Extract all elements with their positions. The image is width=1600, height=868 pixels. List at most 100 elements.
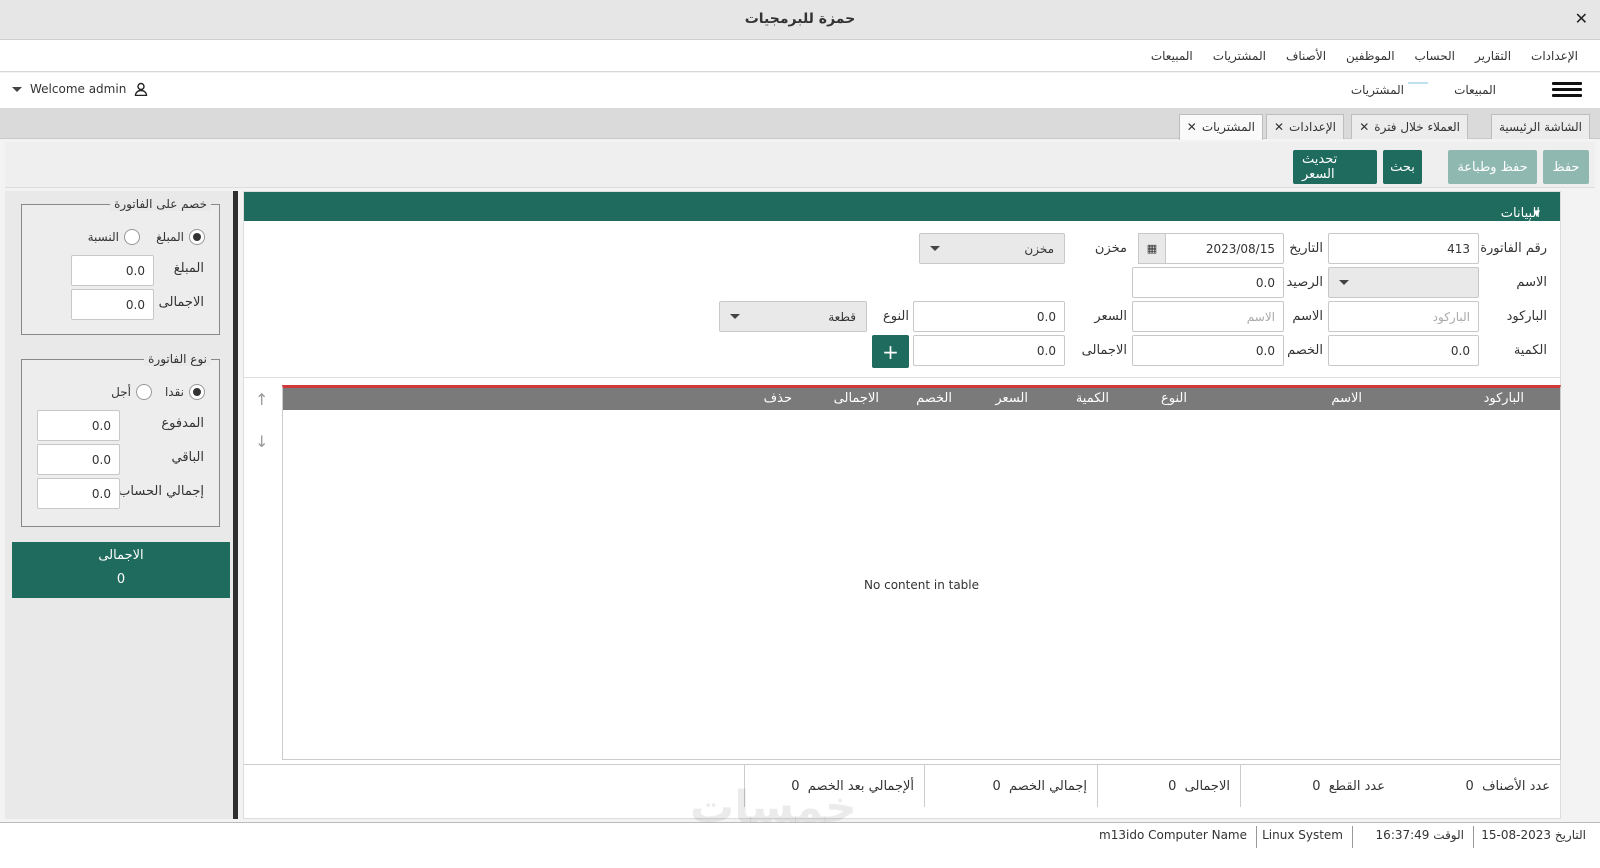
- title-bar: حمزة للبرمجيات ✕: [0, 0, 1600, 40]
- col-quantity[interactable]: الكمية: [1076, 391, 1109, 406]
- nav-purchases-link[interactable]: المشتريات: [1351, 83, 1404, 97]
- invoice-type-legend: نوع الفاتورة: [144, 352, 211, 366]
- save-button[interactable]: حفظ: [1543, 150, 1589, 184]
- paid-input[interactable]: 0.0: [37, 410, 120, 441]
- menu-reports[interactable]: التقارير: [1475, 49, 1511, 63]
- close-tab-icon[interactable]: ✕: [1274, 120, 1284, 134]
- tab-home[interactable]: الشاشة الرئيسية: [1491, 114, 1590, 139]
- empty-table-message: No content in table: [863, 578, 980, 592]
- close-tab-icon[interactable]: ✕: [1359, 120, 1369, 134]
- user-menu[interactable]: Welcome admin: [12, 82, 148, 96]
- radio-amount[interactable]: المبلغ: [156, 229, 205, 245]
- store-dropdown[interactable]: مخزن: [919, 233, 1065, 264]
- account-total-label: إجمالي الحساب: [118, 484, 204, 499]
- balance-label: الرصيد: [1286, 275, 1323, 290]
- menu-items[interactable]: الأصناف: [1286, 49, 1326, 63]
- menu-bar: المبيعات المشتريات الأصناف الموظفين الحس…: [0, 40, 1600, 72]
- discount-amount-label: المبلغ: [173, 261, 204, 276]
- user-icon: [135, 82, 148, 96]
- discount-legend: خصم على الفاتورة: [110, 197, 211, 211]
- remaining-input[interactable]: 0.0: [37, 444, 120, 475]
- menu-purchases[interactable]: المشتريات: [1213, 49, 1266, 63]
- balance-input[interactable]: 0.0: [1132, 267, 1284, 298]
- discount-fieldset: خصم على الفاتورة المبلغ النسبة المبلغ 0.…: [21, 197, 220, 335]
- discount-total-label: الاجمالى: [158, 295, 204, 310]
- store-label: مخزن: [1094, 241, 1127, 256]
- barcode-input[interactable]: الباركود: [1328, 301, 1479, 332]
- price-label: السعر: [1094, 309, 1127, 324]
- arrow-up-icon[interactable]: ↑: [255, 390, 268, 409]
- paid-label: المدفوع: [161, 416, 204, 431]
- invoice-no-input[interactable]: 413: [1328, 233, 1479, 264]
- discount-amount-input[interactable]: 0.0: [71, 255, 154, 286]
- footer-pieces-count: عدد القطع 0: [1240, 765, 1395, 807]
- grand-total-value: 0: [116, 572, 126, 587]
- save-print-button[interactable]: حفظ وطباعة: [1448, 150, 1537, 184]
- radio-cash[interactable]: نقدا: [165, 384, 205, 400]
- remaining-label: الباقي: [171, 450, 204, 465]
- calendar-icon[interactable]: ▦: [1138, 233, 1166, 264]
- menu-employees[interactable]: الموظفين: [1346, 49, 1395, 63]
- col-total[interactable]: الاجمالى: [834, 391, 879, 406]
- search-button[interactable]: بحث: [1383, 150, 1422, 184]
- main-panel: ▾ البيانات الأساسية رقم الفاتورة 413 الت…: [243, 191, 1561, 819]
- tab-bar: الشاشة الرئيسية العملاء خلال فترة✕ الإعد…: [0, 109, 1600, 140]
- chevron-down-icon: [730, 314, 740, 319]
- barcode-label: الباركود: [1506, 309, 1547, 324]
- table-header: الباركود الاسم النوع الكمية السعر الخصم …: [283, 388, 1560, 410]
- radio-percent[interactable]: النسبة: [88, 229, 140, 245]
- footer-total: الاجمالى 0: [1097, 765, 1240, 807]
- col-delete[interactable]: حذف: [764, 391, 792, 406]
- invoice-no-label: رقم الفاتورة: [1480, 241, 1547, 256]
- menu-account[interactable]: الحساب: [1415, 49, 1455, 63]
- unit-type-dropdown[interactable]: قطعة: [719, 301, 867, 332]
- toolbar: المبيعات المشتريات Welcome admin: [0, 73, 1600, 109]
- basic-data-header[interactable]: ▾ البيانات الأساسية: [244, 192, 1560, 236]
- col-type[interactable]: النوع: [1161, 391, 1187, 406]
- supplier-dropdown[interactable]: [1328, 267, 1479, 298]
- item-name-label: الاسم: [1292, 309, 1323, 324]
- discount-total-input[interactable]: 0.0: [71, 289, 154, 320]
- add-item-button[interactable]: +: [872, 335, 909, 368]
- status-date: التاريخ 2023-08-15: [1481, 828, 1586, 842]
- col-barcode[interactable]: الباركود: [1484, 391, 1524, 406]
- menu-sales[interactable]: المبيعات: [1151, 49, 1193, 63]
- welcome-text: Welcome admin: [30, 82, 127, 96]
- supplier-name-label: الاسم: [1516, 275, 1547, 290]
- totals-footer: عدد الأصناف 0 عدد القطع 0 الاجمالى 0 إجم…: [244, 764, 1560, 818]
- items-table: الباركود الاسم النوع الكمية السعر الخصم …: [282, 385, 1561, 760]
- price-input[interactable]: 0.0: [913, 301, 1065, 332]
- chevron-down-icon: [1339, 280, 1349, 285]
- col-price[interactable]: السعر: [995, 391, 1028, 406]
- update-price-button[interactable]: تحديث السعر: [1293, 150, 1377, 184]
- tab-purchases[interactable]: المشتريات✕: [1178, 114, 1263, 140]
- action-bar: حفظ حفظ وطباعة بحث تحديث السعر: [5, 142, 1595, 188]
- menu-settings[interactable]: الإعدادات: [1531, 49, 1578, 63]
- status-time: الوقت 16:37:49: [1375, 828, 1464, 842]
- item-total-input[interactable]: 0.0: [913, 335, 1065, 366]
- grand-total-box: الاجمالى 0: [12, 542, 230, 598]
- hamburger-menu-icon[interactable]: [1552, 79, 1582, 103]
- grand-total-label: الاجمالى: [98, 548, 144, 563]
- tab-settings[interactable]: الإعدادات✕: [1265, 114, 1344, 139]
- radio-credit[interactable]: أجل: [111, 384, 152, 400]
- date-label: التاريخ: [1289, 241, 1323, 256]
- tab-customers-period[interactable]: العملاء خلال فترة✕: [1351, 114, 1468, 139]
- close-tab-icon[interactable]: ✕: [1187, 120, 1197, 134]
- footer-items-count: عدد الأصناف 0: [1465, 778, 1550, 794]
- item-name-input[interactable]: الاسم: [1132, 301, 1284, 332]
- divider: [244, 377, 1560, 378]
- active-nav-indicator: [1408, 82, 1428, 84]
- status-computer-name: m13ido Computer Name: [1099, 828, 1247, 842]
- close-icon[interactable]: ✕: [1575, 9, 1588, 28]
- nav-sales-link[interactable]: المبيعات: [1454, 83, 1496, 97]
- col-name[interactable]: الاسم: [1331, 391, 1362, 406]
- arrow-down-icon[interactable]: ↓: [255, 432, 268, 451]
- account-total-input[interactable]: 0.0: [37, 478, 120, 509]
- item-discount-label: الخصم: [1287, 343, 1323, 358]
- col-discount[interactable]: الخصم: [916, 391, 952, 406]
- chevron-down-icon: [12, 86, 22, 92]
- sidebar: خصم على الفاتورة المبلغ النسبة المبلغ 0.…: [5, 191, 238, 819]
- item-discount-input[interactable]: 0.0: [1132, 335, 1284, 366]
- qty-input[interactable]: 0.0: [1328, 335, 1479, 366]
